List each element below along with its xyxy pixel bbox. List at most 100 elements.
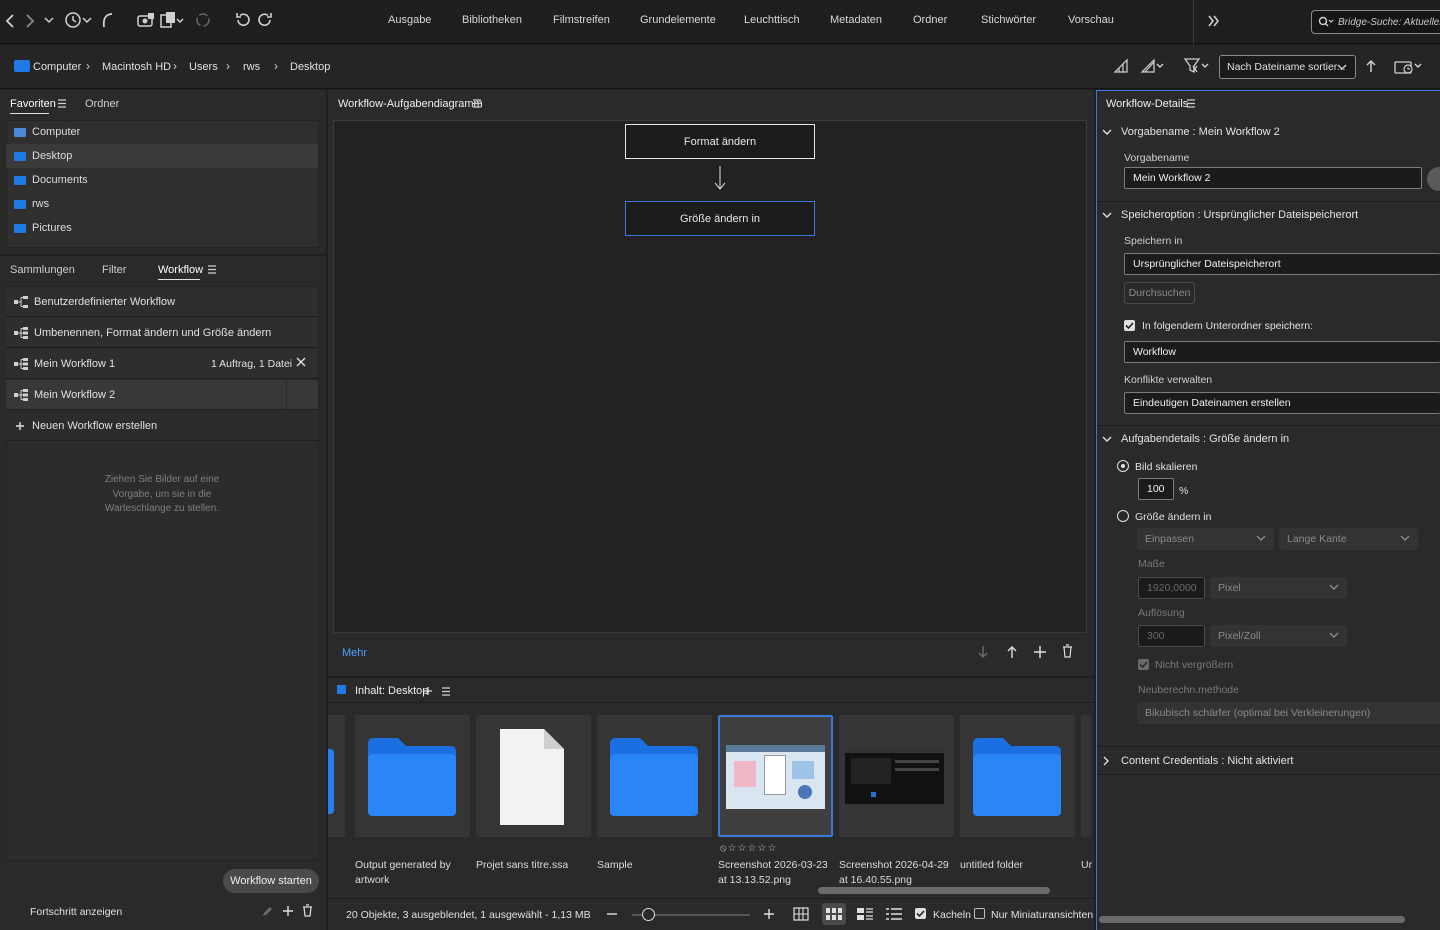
nav-tab-grundelemente[interactable]: Grundelemente xyxy=(640,14,716,26)
tiles-checkbox[interactable] xyxy=(915,908,926,919)
nav-tab-ordner[interactable]: Ordner xyxy=(913,14,947,26)
tab-ordner[interactable]: Ordner xyxy=(85,98,119,110)
panel-menu-icon[interactable] xyxy=(472,99,482,108)
thumbnail-folder[interactable] xyxy=(960,715,1075,837)
thumbnail-cut-off[interactable] xyxy=(328,715,345,837)
fit-select[interactable]: Einpassen xyxy=(1137,528,1274,550)
subfolder-field[interactable]: Workflow xyxy=(1124,341,1440,363)
move-down-icon[interactable] xyxy=(977,645,989,659)
breadcrumb-users[interactable]: Users xyxy=(189,61,218,73)
edit-pencil-icon[interactable] xyxy=(262,906,273,917)
panel-menu-icon[interactable] xyxy=(207,265,217,274)
thumbs-only-checkbox[interactable] xyxy=(974,908,985,919)
trash-icon[interactable] xyxy=(302,904,313,917)
save-in-select[interactable]: Ursprünglicher Dateispeicherort xyxy=(1124,253,1440,275)
nav-tab-ausgabe[interactable]: Ausgabe xyxy=(388,14,431,26)
resize-radio[interactable] xyxy=(1117,510,1129,522)
workflow-item-custom[interactable]: Benutzerdefinierter Workflow xyxy=(6,287,318,317)
resolution-unit-select[interactable]: Pixel/Zoll xyxy=(1210,625,1347,647)
show-progress-link[interactable]: Fortschritt anzeigen xyxy=(30,906,122,918)
edge-select[interactable]: Lange Kante xyxy=(1279,528,1418,550)
dims-field[interactable]: 1920,0000 xyxy=(1138,577,1205,599)
rotate-left-icon[interactable] xyxy=(234,11,252,29)
new-workflow-button[interactable]: Neuen Workflow erstellen xyxy=(6,411,318,441)
rotate-sync-icon[interactable] xyxy=(194,11,212,29)
conflicts-select[interactable]: Eindeutigen Dateinamen erstellen xyxy=(1124,392,1440,414)
breadcrumb-macintosh-hd[interactable]: Macintosh HD xyxy=(102,61,171,73)
zoom-slider-handle[interactable] xyxy=(642,908,655,921)
favorite-item-pictures[interactable]: Pictures xyxy=(6,216,318,240)
breadcrumb-computer[interactable]: Computer xyxy=(33,61,81,73)
close-icon[interactable] xyxy=(296,357,306,367)
sort-select[interactable]: Nach Dateiname sortier... xyxy=(1219,55,1356,79)
back-arrow-icon[interactable] xyxy=(4,13,16,29)
nav-tab-leuchttisch[interactable]: Leuchttisch xyxy=(744,14,800,26)
nav-tab-filmstreifen[interactable]: Filmstreifen xyxy=(553,14,610,26)
search-input[interactable]: Bridge-Suche: Aktueller xyxy=(1311,10,1440,34)
workflow-item-rename-format-resize[interactable]: Umbenennen, Format ändern und Größe ände… xyxy=(6,318,318,348)
thumbnail-file[interactable] xyxy=(476,715,591,837)
thumbnail-folder[interactable] xyxy=(597,715,712,837)
favorite-item-desktop[interactable]: Desktop xyxy=(6,144,318,168)
resample-select[interactable]: Bikubisch schärfer (optimal bei Verklein… xyxy=(1137,702,1440,724)
section-credentials-header[interactable]: Content Credentials : Nicht aktiviert xyxy=(1102,755,1293,767)
plus-icon[interactable] xyxy=(423,686,433,696)
breadcrumb-desktop[interactable]: Desktop xyxy=(290,61,330,73)
chevron-down-icon[interactable] xyxy=(82,16,92,24)
filter-icon[interactable] xyxy=(1184,57,1212,75)
preset-name-field[interactable]: Mein Workflow 2 xyxy=(1124,167,1422,189)
add-task-icon[interactable] xyxy=(1033,645,1047,659)
details-view-icon[interactable] xyxy=(857,908,873,920)
view-thumbnails-button[interactable] xyxy=(822,903,846,925)
more-link[interactable]: Mehr xyxy=(342,647,367,659)
horizontal-scrollbar[interactable] xyxy=(818,887,1050,894)
resolution-field[interactable]: 300 xyxy=(1138,625,1205,647)
forward-arrow-icon[interactable] xyxy=(24,13,36,29)
move-up-icon[interactable] xyxy=(1006,645,1018,659)
nav-tab-vorschau[interactable]: Vorschau xyxy=(1068,14,1114,26)
refine-icon[interactable] xyxy=(160,11,184,29)
task-box-resize[interactable]: Größe ändern in xyxy=(625,201,815,236)
panel-menu-icon[interactable] xyxy=(57,99,67,108)
rotate-right-icon[interactable] xyxy=(256,11,274,29)
nav-tab-metadaten[interactable]: Metadaten xyxy=(830,14,882,26)
thumbnail-folder[interactable] xyxy=(355,715,470,837)
trash-icon[interactable] xyxy=(1062,644,1073,658)
details-horizontal-scrollbar[interactable] xyxy=(1099,916,1405,923)
favorite-item-rws[interactable]: rws xyxy=(6,192,318,216)
recent-clock-icon[interactable] xyxy=(64,11,82,29)
zoom-out-icon[interactable] xyxy=(606,908,618,920)
tab-favoriten[interactable]: Favoriten xyxy=(10,98,56,110)
subfolder-checkbox[interactable] xyxy=(1124,320,1135,331)
panel-menu-icon[interactable] xyxy=(441,687,451,696)
tab-filter[interactable]: Filter xyxy=(102,264,126,276)
open-recent-folder-icon[interactable] xyxy=(1394,57,1424,75)
list-view-icon[interactable] xyxy=(886,908,902,920)
no-enlarge-checkbox[interactable] xyxy=(1138,659,1149,670)
section-save-header[interactable]: Speicheroption : Ursprünglicher Dateispe… xyxy=(1102,209,1358,221)
rating-stars[interactable]: ⦸☆☆☆☆☆ xyxy=(720,843,777,854)
chevron-down-icon[interactable] xyxy=(44,16,54,24)
camera-import-icon[interactable] xyxy=(137,11,155,29)
task-box-format[interactable]: Format ändern xyxy=(625,124,815,159)
sort-ascending-icon[interactable] xyxy=(1365,58,1377,74)
scale-percent-field[interactable]: 100 xyxy=(1138,478,1174,500)
dims-unit-select[interactable]: Pixel xyxy=(1210,577,1347,599)
breadcrumb-rws[interactable]: rws xyxy=(243,61,260,73)
zoom-in-icon[interactable] xyxy=(763,908,775,920)
workflow-item-mein-workflow-1[interactable]: Mein Workflow 1 1 Auftrag, 1 Datei xyxy=(6,349,318,379)
workflow-item-mein-workflow-2[interactable]: Mein Workflow 2 xyxy=(6,380,318,410)
start-workflow-button[interactable]: Workflow starten xyxy=(223,869,319,893)
boomerang-icon[interactable] xyxy=(100,11,114,29)
more-workspaces-icon[interactable] xyxy=(1207,14,1221,28)
scale-radio[interactable] xyxy=(1117,460,1129,472)
thumbnail-dark-image[interactable] xyxy=(839,715,954,837)
quality-menu-icon[interactable] xyxy=(1140,58,1166,74)
grid-lock-icon[interactable] xyxy=(793,907,809,921)
favorite-item-computer[interactable]: Computer xyxy=(6,120,318,144)
plus-icon[interactable] xyxy=(282,905,294,917)
thumbnail-cut-off[interactable] xyxy=(1081,715,1091,837)
thumbnail-selected-image[interactable] xyxy=(718,715,833,837)
section-preset-header[interactable]: Vorgabename : Mein Workflow 2 xyxy=(1102,126,1280,138)
reject-icon[interactable]: ⦸ xyxy=(720,843,728,854)
